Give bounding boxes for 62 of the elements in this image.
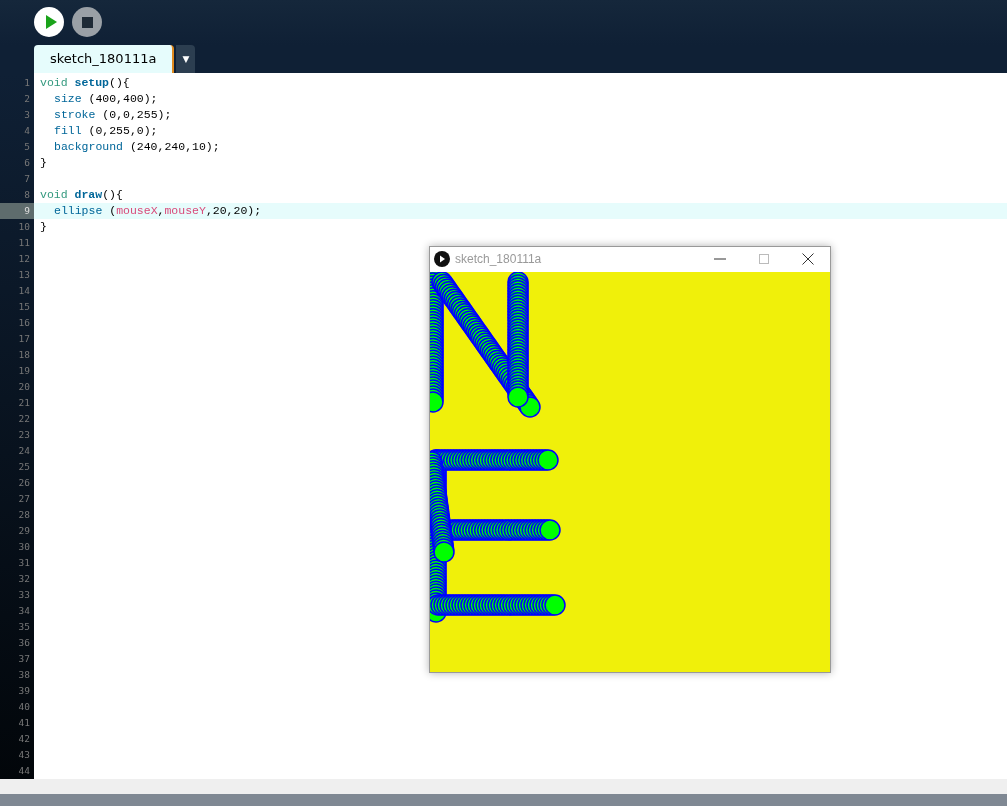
line-number: 1 xyxy=(23,75,31,90)
line-number: 31 xyxy=(17,555,31,570)
line-number: 42 xyxy=(17,731,31,746)
code-line: } xyxy=(40,155,47,169)
play-icon xyxy=(434,251,450,268)
line-number: 6 xyxy=(23,155,31,170)
line-number: 36 xyxy=(17,635,31,650)
code-line: void setup(){ xyxy=(40,75,130,89)
code-line: void draw(){ xyxy=(40,187,123,201)
line-number: 12 xyxy=(17,251,31,266)
line-number: 3 xyxy=(23,107,31,122)
line-number: 14 xyxy=(17,283,31,298)
close-icon[interactable] xyxy=(802,253,814,266)
line-number: 21 xyxy=(17,395,31,410)
line-number: 23 xyxy=(17,427,31,442)
code-line: ellipse (mouseX,mouseY,20,20); xyxy=(54,203,262,217)
line-number: 40 xyxy=(17,699,31,714)
line-number: 24 xyxy=(17,443,31,458)
line-number: 2 xyxy=(23,91,31,106)
line-number: 8 xyxy=(23,187,31,202)
line-number: 41 xyxy=(17,715,31,730)
code-line: background (240,240,10); xyxy=(54,139,220,153)
line-number: 43 xyxy=(17,747,31,762)
line-number: 25 xyxy=(17,459,31,474)
tab-menu-button[interactable]: ▼ xyxy=(176,44,196,73)
run-button[interactable] xyxy=(34,7,64,38)
line-number: 16 xyxy=(17,315,31,330)
stop-icon xyxy=(81,16,93,28)
line-number: 27 xyxy=(17,491,31,506)
line-number: 19 xyxy=(17,363,31,378)
stop-button[interactable] xyxy=(72,7,102,38)
code-line: stroke (0,0,255); xyxy=(54,107,172,121)
code-line: fill (0,255,0); xyxy=(54,123,158,137)
line-number: 4 xyxy=(23,123,31,138)
line-number: 5 xyxy=(23,139,31,154)
line-number: 30 xyxy=(17,539,31,554)
line-number: 20 xyxy=(17,379,31,394)
line-number: 29 xyxy=(17,523,31,538)
line-number: 10 xyxy=(17,219,31,234)
line-number: 35 xyxy=(17,619,31,634)
line-number: 34 xyxy=(17,603,31,618)
line-number: 39 xyxy=(17,683,31,698)
play-icon xyxy=(43,15,58,30)
line-number: 26 xyxy=(17,475,31,490)
sketch-tab[interactable]: sketch_180111a xyxy=(34,44,175,73)
line-number: 17 xyxy=(17,331,31,346)
window-title: sketch_180111a xyxy=(455,252,542,267)
line-number: 11 xyxy=(17,235,31,250)
line-number: 15 xyxy=(17,299,31,314)
line-number: 9 xyxy=(0,202,34,219)
line-number: 13 xyxy=(17,267,31,282)
line-number: 28 xyxy=(17,507,31,522)
line-number: 18 xyxy=(17,347,31,362)
line-number: 44 xyxy=(17,763,31,778)
line-number: 22 xyxy=(17,411,31,426)
line-number: 32 xyxy=(17,571,31,586)
line-number: 7 xyxy=(23,171,31,186)
line-number: 37 xyxy=(17,651,31,666)
code-line: } xyxy=(40,219,47,233)
line-number: 38 xyxy=(17,667,31,682)
line-number: 33 xyxy=(17,587,31,602)
code-line: size (400,400); xyxy=(54,91,158,105)
